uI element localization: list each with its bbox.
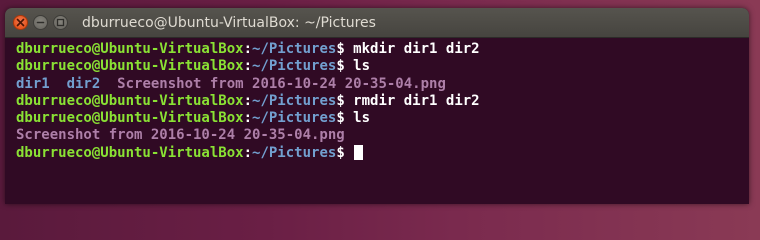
output-line: Screenshot from 2016-10-24 20-35-04.png bbox=[16, 127, 749, 144]
prompt-user-host: dburrueco@Ubuntu-VirtualBox bbox=[16, 41, 244, 57]
prompt-path: ~/Pictures bbox=[252, 110, 337, 127]
minimize-icon bbox=[36, 21, 45, 24]
prompt-separator: : bbox=[243, 144, 253, 161]
prompt-symbol: $ bbox=[336, 41, 354, 57]
prompt-line: dburrueco@Ubuntu-VirtualBox:~/Pictures$ … bbox=[16, 58, 749, 75]
prompt-symbol: $ bbox=[336, 58, 354, 75]
title-bar[interactable]: dburrueco@Ubuntu-VirtualBox: ~/Pictures bbox=[5, 8, 749, 38]
prompt-separator: : bbox=[243, 110, 253, 127]
file-entry: Screenshot from 2016-10-24 20-35-04.png bbox=[117, 75, 446, 92]
prompt-separator: : bbox=[243, 41, 253, 57]
file-entry: Screenshot from 2016-10-24 20-35-04.png bbox=[16, 127, 345, 144]
prompt-separator: : bbox=[243, 92, 253, 109]
prompt-line: dburrueco@Ubuntu-VirtualBox:~/Pictures$ … bbox=[16, 41, 749, 58]
directory-entry: dir2 bbox=[66, 75, 101, 92]
prompt-path: ~/Pictures bbox=[252, 41, 337, 57]
window-controls bbox=[5, 8, 68, 37]
prompt-user-host: dburrueco@Ubuntu-VirtualBox bbox=[16, 92, 244, 109]
window-title: dburrueco@Ubuntu-VirtualBox: ~/Pictures bbox=[82, 14, 376, 31]
prompt-user-host: dburrueco@Ubuntu-VirtualBox bbox=[16, 58, 244, 75]
prompt-line: dburrueco@Ubuntu-VirtualBox:~/Pictures$ … bbox=[16, 110, 749, 127]
terminal-window: dburrueco@Ubuntu-VirtualBox: ~/Pictures … bbox=[5, 8, 749, 204]
command-text: ls bbox=[353, 110, 371, 127]
prompt-path: ~/Pictures bbox=[252, 144, 337, 161]
command-text: ls bbox=[353, 58, 371, 75]
prompt-symbol: $ bbox=[336, 110, 354, 127]
prompt-line: dburrueco@Ubuntu-VirtualBox:~/Pictures$ bbox=[16, 144, 749, 162]
prompt-symbol: $ bbox=[336, 92, 354, 109]
close-icon bbox=[16, 18, 25, 27]
command-text: mkdir dir1 dir2 bbox=[353, 41, 480, 57]
close-button[interactable] bbox=[13, 15, 28, 30]
prompt-path: ~/Pictures bbox=[252, 92, 337, 109]
terminal-output[interactable]: dburrueco@Ubuntu-VirtualBox:~/Pictures$ … bbox=[5, 38, 749, 162]
directory-entry: dir1 bbox=[16, 75, 50, 92]
output-line: dir1 dir2 Screenshot from 2016-10-24 20-… bbox=[16, 76, 749, 93]
prompt-separator: : bbox=[243, 58, 253, 75]
prompt-user-host: dburrueco@Ubuntu-VirtualBox bbox=[16, 144, 244, 161]
maximize-button[interactable] bbox=[53, 15, 68, 30]
prompt-line: dburrueco@Ubuntu-VirtualBox:~/Pictures$ … bbox=[16, 93, 749, 110]
maximize-icon bbox=[56, 18, 65, 27]
command-text: rmdir dir1 dir2 bbox=[353, 92, 480, 109]
prompt-path: ~/Pictures bbox=[252, 58, 337, 75]
prompt-user-host: dburrueco@Ubuntu-VirtualBox bbox=[16, 110, 244, 127]
minimize-button[interactable] bbox=[33, 15, 48, 30]
text-cursor bbox=[354, 144, 364, 160]
prompt-symbol: $ bbox=[336, 144, 354, 161]
